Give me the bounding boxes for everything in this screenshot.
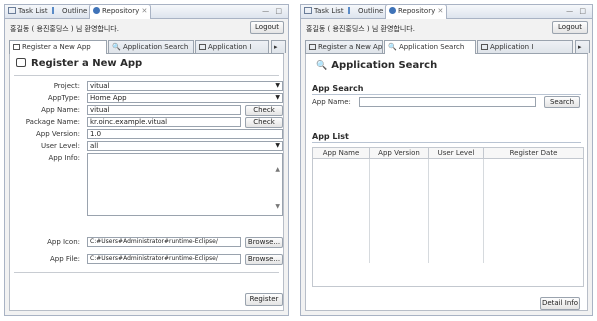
logout-button[interactable]: Logout bbox=[552, 21, 588, 34]
app-info-textarea[interactable]: ▲ ▼ bbox=[87, 153, 283, 216]
browse-file-button[interactable]: Browse... bbox=[245, 254, 283, 265]
close-icon[interactable]: ✕ bbox=[141, 7, 147, 15]
app-version-label: App Version: bbox=[36, 130, 80, 138]
package-name-input[interactable]: kr.oinc.example.vitual bbox=[87, 117, 241, 127]
window-controls[interactable]: — □ bbox=[262, 5, 284, 18]
task-list-icon bbox=[304, 7, 312, 14]
column-header-register-date[interactable]: Register Date bbox=[483, 147, 584, 159]
info-tab-icon bbox=[199, 44, 206, 50]
form-title: 🔍 Application Search bbox=[316, 60, 438, 71]
editor-tab-bar: Register a New App 🔍 Application Search … bbox=[305, 40, 590, 54]
column-header-app-name[interactable]: App Name bbox=[312, 147, 370, 159]
form-title: Register a New App bbox=[16, 58, 142, 69]
column-header-app-version[interactable]: App Version bbox=[369, 147, 429, 159]
register-form: Register a New App Project: vitual ▼ AppT… bbox=[9, 54, 284, 311]
app-name-label: App Name: bbox=[41, 106, 80, 114]
search-panel: Task List Outline Repository ✕ — □ 홍길동 (… bbox=[300, 4, 593, 316]
tab-outline[interactable]: Outline bbox=[52, 5, 87, 18]
tab-repository[interactable]: Repository ✕ bbox=[89, 5, 152, 19]
chevron-down-icon: ▼ bbox=[275, 82, 280, 89]
search-form: 🔍 Application Search App Search App Name:… bbox=[305, 54, 588, 311]
tab-application-search[interactable]: 🔍 Application Search bbox=[384, 40, 476, 54]
view-tab-bar: Task List Outline Repository ✕ — □ bbox=[301, 5, 592, 19]
tab-application-info[interactable]: Application I bbox=[195, 40, 269, 53]
app-file-path-input[interactable]: C:#Users#Administrator#runtime-Eclipse/ bbox=[87, 254, 241, 264]
app-type-select[interactable]: Home App ▼ bbox=[87, 93, 283, 103]
table-cell bbox=[483, 158, 584, 263]
divider bbox=[14, 75, 279, 76]
form-icon bbox=[309, 44, 316, 50]
app-name-search-input[interactable] bbox=[359, 97, 536, 107]
scroll-up-icon[interactable]: ▲ bbox=[275, 166, 280, 174]
project-select[interactable]: vitual ▼ bbox=[87, 81, 283, 91]
tab-application-info[interactable]: Application I bbox=[477, 40, 573, 53]
editor-tab-bar: Register a New App 🔍 Application Search … bbox=[9, 40, 286, 54]
detail-info-button[interactable]: Detail Info bbox=[540, 297, 580, 310]
tab-register-app[interactable]: Register a New App bbox=[9, 40, 107, 54]
app-icon-path-input[interactable]: C:#Users#Administrator#runtime-Eclipse/ bbox=[87, 237, 241, 247]
chevron-down-icon: ▼ bbox=[275, 142, 280, 149]
tab-overflow-button[interactable]: ▸ bbox=[575, 40, 590, 53]
divider bbox=[14, 272, 279, 273]
check-app-name-button[interactable]: Check bbox=[245, 105, 283, 116]
tab-task-list[interactable]: Task List bbox=[8, 5, 48, 18]
outline-icon bbox=[348, 7, 356, 14]
table-header-row: App Name App Version User Level Register… bbox=[312, 147, 584, 159]
tab-outline[interactable]: Outline bbox=[348, 5, 383, 18]
info-tab-icon bbox=[481, 44, 488, 50]
chevron-right-icon: ▸ bbox=[578, 43, 582, 51]
register-panel: Task List Outline Repository ✕ — □ 홍길동 (… bbox=[4, 4, 289, 316]
task-list-icon bbox=[8, 7, 16, 14]
search-button[interactable]: Search bbox=[544, 96, 580, 108]
package-name-label: Package Name: bbox=[25, 118, 80, 126]
section-divider bbox=[312, 94, 581, 95]
close-icon[interactable]: ✕ bbox=[437, 7, 443, 15]
table-cell bbox=[369, 158, 429, 263]
welcome-message: 홍길동 ( 용진홍딩스 ) 님 환영합니다. bbox=[10, 25, 119, 33]
tab-repository[interactable]: Repository ✕ bbox=[385, 5, 448, 19]
app-info-label: App Info: bbox=[48, 154, 80, 162]
tab-application-search[interactable]: 🔍 Application Search bbox=[108, 40, 194, 53]
form-icon bbox=[13, 44, 20, 50]
chevron-right-icon: ▸ bbox=[274, 43, 278, 51]
logout-button[interactable]: Logout bbox=[250, 21, 284, 34]
window-controls[interactable]: — □ bbox=[566, 5, 588, 18]
search-icon: 🔍 bbox=[112, 43, 121, 51]
register-button[interactable]: Register bbox=[245, 293, 283, 306]
app-name-label: App Name: bbox=[312, 98, 351, 106]
tab-task-list[interactable]: Task List bbox=[304, 5, 344, 18]
scroll-down-icon[interactable]: ▼ bbox=[275, 203, 280, 211]
app-type-label: AppType: bbox=[47, 94, 80, 102]
repository-icon bbox=[389, 7, 396, 14]
form-title-icon bbox=[16, 58, 26, 67]
app-name-input[interactable]: vitual bbox=[87, 105, 241, 115]
repository-icon bbox=[93, 7, 100, 14]
tab-register-app[interactable]: Register a New App bbox=[305, 40, 383, 53]
view-tab-bar: Task List Outline Repository ✕ — □ bbox=[5, 5, 288, 19]
section-divider bbox=[312, 142, 581, 143]
chevron-down-icon: ▼ bbox=[275, 94, 280, 101]
tab-overflow-button[interactable]: ▸ bbox=[271, 40, 286, 53]
search-icon: 🔍 bbox=[388, 43, 397, 51]
project-label: Project: bbox=[53, 82, 80, 90]
app-icon-label: App Icon: bbox=[47, 238, 80, 246]
app-list-section-title: App List bbox=[312, 132, 349, 141]
table-cell bbox=[312, 158, 370, 263]
search-icon: 🔍 bbox=[316, 61, 328, 71]
column-header-user-level[interactable]: User Level bbox=[428, 147, 484, 159]
app-list-table[interactable]: App Name App Version User Level Register… bbox=[312, 147, 584, 263]
outline-icon bbox=[52, 7, 60, 14]
app-version-input[interactable]: 1.0 bbox=[87, 129, 283, 139]
user-level-label: User Level: bbox=[40, 142, 80, 150]
table-empty-row bbox=[312, 158, 584, 263]
app-file-label: App File: bbox=[50, 255, 80, 263]
user-level-select[interactable]: all ▼ bbox=[87, 141, 283, 151]
app-search-section-title: App Search bbox=[312, 84, 364, 93]
table-cell bbox=[428, 158, 484, 263]
browse-icon-button[interactable]: Browse... bbox=[245, 237, 283, 248]
welcome-message: 홍길동 ( 용진홍딩스 ) 님 환영합니다. bbox=[306, 25, 415, 33]
check-package-button[interactable]: Check bbox=[245, 117, 283, 128]
